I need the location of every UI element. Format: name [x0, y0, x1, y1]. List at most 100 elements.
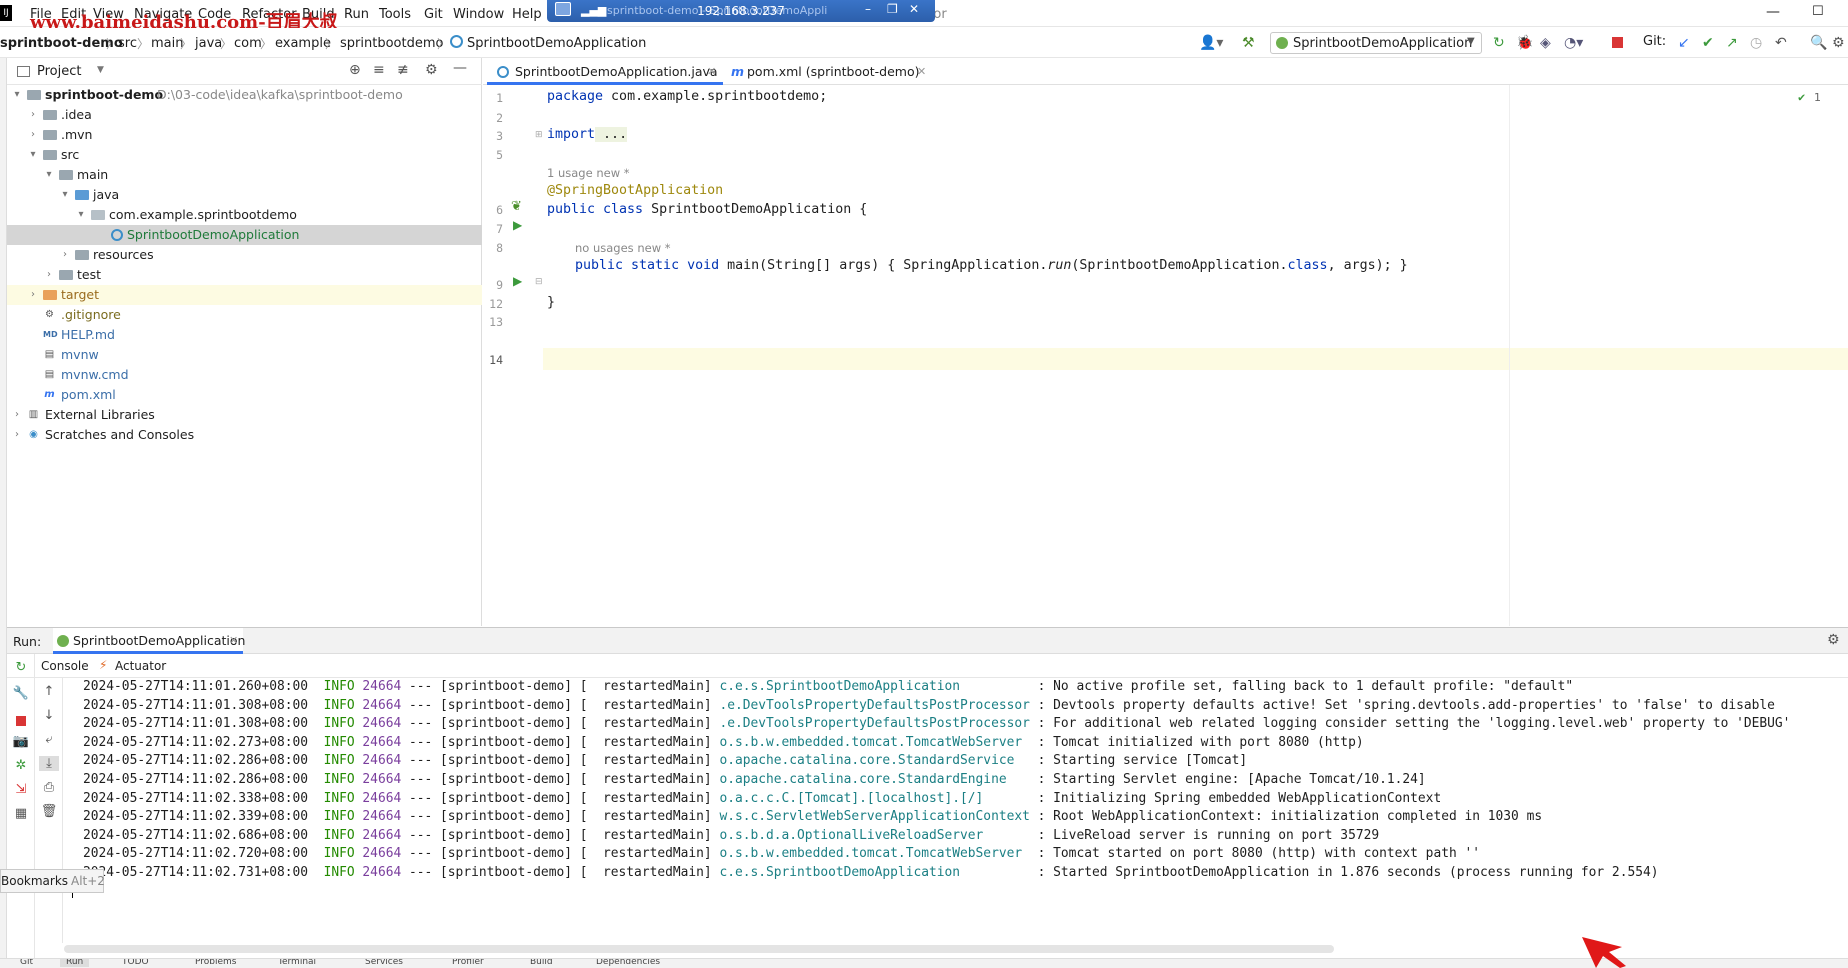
breadcrumb-sprintbootdemo[interactable]: sprintbootdemo	[340, 36, 443, 51]
menu-help[interactable]: Help	[512, 7, 542, 22]
wrench-icon[interactable]: 🔧	[11, 686, 31, 701]
locate-icon[interactable]: ⊕	[349, 62, 361, 78]
chevron-right-icon[interactable]: ›	[43, 265, 55, 285]
search-icon[interactable]: 🔍	[1810, 35, 1827, 51]
breadcrumb-project[interactable]: sprintboot-demo	[0, 36, 123, 51]
close-icon[interactable]: ✕	[917, 58, 926, 85]
tool-problems[interactable]: Problems	[195, 959, 236, 967]
breadcrumb-class[interactable]: SprintbootDemoApplication	[467, 36, 646, 51]
tree-item-resources[interactable]: › resources	[7, 245, 482, 265]
run-configuration-select[interactable]: SprintbootDemoApplication ▼	[1270, 32, 1482, 54]
breadcrumb-src[interactable]: src	[118, 36, 137, 51]
spring-bean-icon[interactable]: ❦	[511, 199, 522, 214]
tab-pom[interactable]: m pom.xml (sprintboot-demo) ✕	[727, 58, 947, 85]
usage-hint[interactable]: no usages new *	[575, 241, 671, 255]
inspection-count[interactable]: 1	[1814, 91, 1821, 104]
rerun-icon[interactable]: ↻	[1493, 35, 1505, 51]
tree-item-test[interactable]: › test	[7, 265, 482, 285]
console-output[interactable]: 2024-05-27T14:11:01.260+08:00 INFO 24664…	[71, 680, 1848, 960]
settings-icon[interactable]: ⚙	[1832, 35, 1845, 51]
chevron-right-icon[interactable]: ›	[27, 125, 39, 145]
run-tab[interactable]: SprintbootDemoApplication ✕	[53, 628, 245, 654]
debug-icon[interactable]: 🐞	[1516, 35, 1533, 51]
usage-hint[interactable]: 1 usage new *	[547, 166, 630, 180]
tree-item-root[interactable]: ▾ sprintboot-demo D:\03-code\idea\kafka\…	[7, 85, 482, 105]
fold-icon[interactable]: ⊞	[535, 130, 543, 140]
user-icon[interactable]: 👤▾	[1199, 35, 1223, 51]
tree-item-java[interactable]: ▾ java	[7, 185, 482, 205]
breadcrumb-java[interactable]: java	[195, 36, 222, 51]
breadcrumb-main[interactable]: main	[151, 36, 183, 51]
intellij-logo-icon[interactable]: IJ	[0, 5, 12, 21]
chevron-right-icon[interactable]: ›	[27, 285, 39, 305]
tree-item-main[interactable]: ▾ main	[7, 165, 482, 185]
gear-icon[interactable]: ⚙	[1827, 632, 1840, 648]
git-update-icon[interactable]: ↙	[1678, 35, 1690, 51]
debug-icon[interactable]: ✲	[11, 758, 31, 773]
tool-dependencies[interactable]: Dependencies	[596, 959, 660, 967]
stop-icon[interactable]	[16, 716, 26, 726]
chevron-down-icon[interactable]: ▾	[43, 165, 55, 185]
camera-icon[interactable]: 📷	[11, 734, 31, 749]
profile-icon[interactable]: ◔▾	[1564, 35, 1583, 51]
tree-item-pom[interactable]: m pom.xml	[7, 385, 482, 405]
menu-window[interactable]: Window	[453, 7, 504, 22]
breadcrumb-example[interactable]: example	[275, 36, 331, 51]
tool-build[interactable]: Build	[530, 959, 553, 967]
git-push-icon[interactable]: ↗	[1726, 35, 1738, 51]
tool-services[interactable]: Services	[365, 959, 403, 967]
soft-wrap-icon[interactable]: ⤶	[39, 732, 59, 747]
tool-terminal[interactable]: Terminal	[278, 959, 316, 967]
chevron-down-icon[interactable]: ▼	[97, 65, 104, 75]
tree-item-target[interactable]: › target	[7, 285, 482, 305]
collapse-all-icon[interactable]: ≢	[397, 62, 409, 78]
scroll-up-icon[interactable]: ↑	[39, 684, 59, 699]
gear-icon[interactable]: ⚙	[425, 62, 438, 78]
tree-item-help[interactable]: MD HELP.md	[7, 325, 482, 345]
menu-tools[interactable]: Tools	[379, 7, 411, 22]
run-gutter-icon[interactable]: ▶	[513, 274, 522, 288]
tree-item-src[interactable]: ▾ src	[7, 145, 482, 165]
minimize-icon[interactable]: —	[1766, 4, 1780, 20]
tab-actuator[interactable]: Actuator	[115, 659, 166, 673]
tree-item-gitignore[interactable]: ⚙ .gitignore	[7, 305, 482, 325]
remote-close-icon[interactable]: ✕	[909, 2, 919, 16]
trash-icon[interactable]: 🗑	[39, 804, 59, 819]
tree-item-main-class[interactable]: SprintbootDemoApplication	[7, 225, 482, 245]
code-editor[interactable]: package com.example.sprintbootdemo; impo…	[543, 85, 1848, 626]
chevron-down-icon[interactable]: ▾	[59, 185, 71, 205]
bookmarks-tooltip[interactable]: Bookmarks Alt+2	[0, 869, 105, 893]
tree-item-package[interactable]: ▾ com.example.sprintbootdemo	[7, 205, 482, 225]
tree-item-idea[interactable]: › .idea	[7, 105, 482, 125]
tool-todo[interactable]: TODO	[122, 959, 149, 967]
tree-item-external-libraries[interactable]: › ▥ External Libraries	[7, 405, 482, 425]
chevron-right-icon[interactable]: ›	[11, 405, 23, 425]
chevron-right-icon[interactable]: ›	[59, 245, 71, 265]
remote-minimize-icon[interactable]: –	[865, 2, 871, 16]
tool-git[interactable]: Git	[20, 959, 33, 967]
remote-restore-icon[interactable]: ❐	[887, 2, 898, 16]
tree-item-scratches[interactable]: › ◉ Scratches and Consoles	[7, 425, 482, 445]
expand-all-icon[interactable]: ≡	[373, 62, 385, 78]
history-icon[interactable]: ◷	[1750, 35, 1762, 51]
chevron-down-icon[interactable]: ▾	[75, 205, 87, 225]
build-hammer-icon[interactable]: ⚒	[1242, 35, 1255, 51]
stop-icon[interactable]	[1612, 37, 1623, 48]
run-gutter-icon[interactable]: ▶	[513, 218, 522, 232]
horizontal-scrollbar[interactable]	[64, 945, 1334, 953]
rollback-icon[interactable]: ↶	[1775, 35, 1787, 51]
project-panel-title[interactable]: Project	[37, 64, 81, 79]
scroll-down-icon[interactable]: ↓	[39, 708, 59, 723]
breadcrumb-com[interactable]: com	[234, 36, 262, 51]
close-icon[interactable]: ✕	[707, 58, 716, 85]
tree-item-mvnw[interactable]: ▤ mvnw	[7, 345, 482, 365]
tool-profiler[interactable]: Profiler	[452, 959, 484, 967]
tree-item-mvn[interactable]: › .mvn	[7, 125, 482, 145]
hide-icon[interactable]: —	[453, 60, 467, 76]
menu-run[interactable]: Run	[344, 7, 369, 22]
coverage-icon[interactable]: ◈	[1540, 35, 1551, 51]
folded-imports[interactable]: ...	[595, 127, 628, 142]
maximize-icon[interactable]: ☐	[1812, 4, 1824, 19]
print-icon[interactable]: ⎙	[39, 780, 59, 795]
scroll-to-end-icon[interactable]: ⤓	[39, 756, 59, 771]
